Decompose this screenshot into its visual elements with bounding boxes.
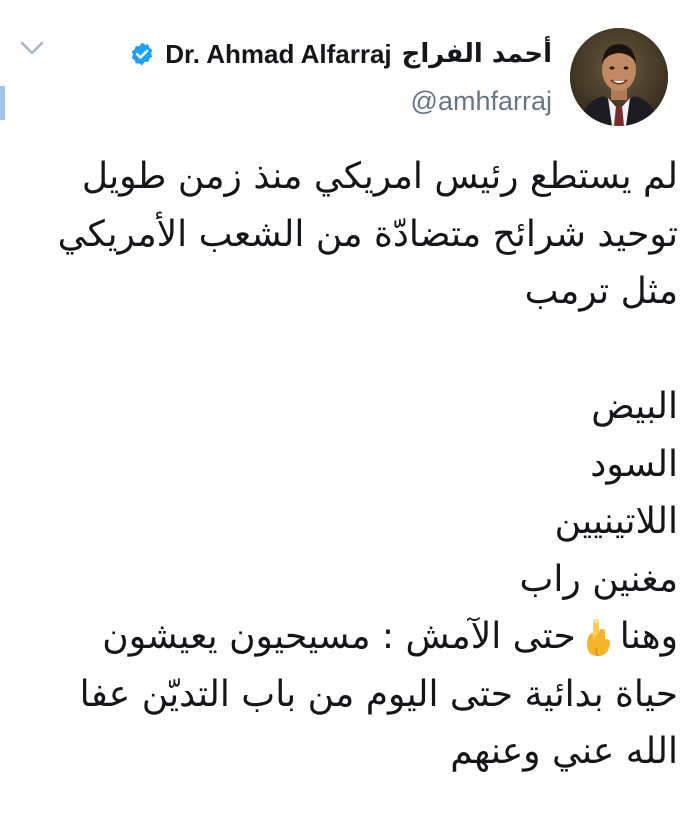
author-handle[interactable]: @amhfarraj (411, 86, 552, 117)
tweet-line: السود (590, 443, 678, 485)
tweet-line-part: حتى الآمش : مسيحيون يعيشون (102, 616, 576, 657)
tweet-line: اللاتينيين (554, 501, 678, 542)
thread-indicator-bar (0, 86, 5, 120)
tweet-line: البيض (591, 386, 678, 427)
author-name-row[interactable]: أحمد الفراج Dr. Ahmad Alfarraj (129, 36, 552, 72)
chevron-down-icon[interactable] (18, 38, 46, 58)
tweet-line-part: وهنا (619, 616, 678, 657)
verified-badge-icon (129, 41, 155, 67)
avatar[interactable] (570, 28, 668, 126)
tweet-card: أحمد الفراج Dr. Ahmad Alfarraj @amhfarra… (0, 0, 700, 837)
tweet-line: الله عني وعنهم (450, 731, 678, 772)
display-name-arabic[interactable]: أحمد الفراج (402, 39, 552, 69)
tweet-text: لم يستطع رئيس امريكي منذ زمن طويل توحيد … (18, 148, 678, 781)
backhand-index-pointing-down-icon (580, 618, 616, 658)
display-name-english[interactable]: Dr. Ahmad Alfarraj (165, 39, 391, 70)
tweet-line: مغنين راب (519, 558, 678, 600)
tweet-line: لم يستطع رئيس امريكي منذ زمن طويل (81, 156, 678, 197)
tweet-line: حياة بدائية حتى اليوم من باب التديّن عفا (79, 673, 678, 715)
tweet-line: مثل ترمب (524, 271, 678, 312)
tweet-line-with-emoji: وهنا حتى الآمش : مسيحيون يعيشون (18, 608, 678, 666)
tweet-line: توحيد شرائح متضادّة من الشعب الأمريكي (57, 213, 678, 255)
